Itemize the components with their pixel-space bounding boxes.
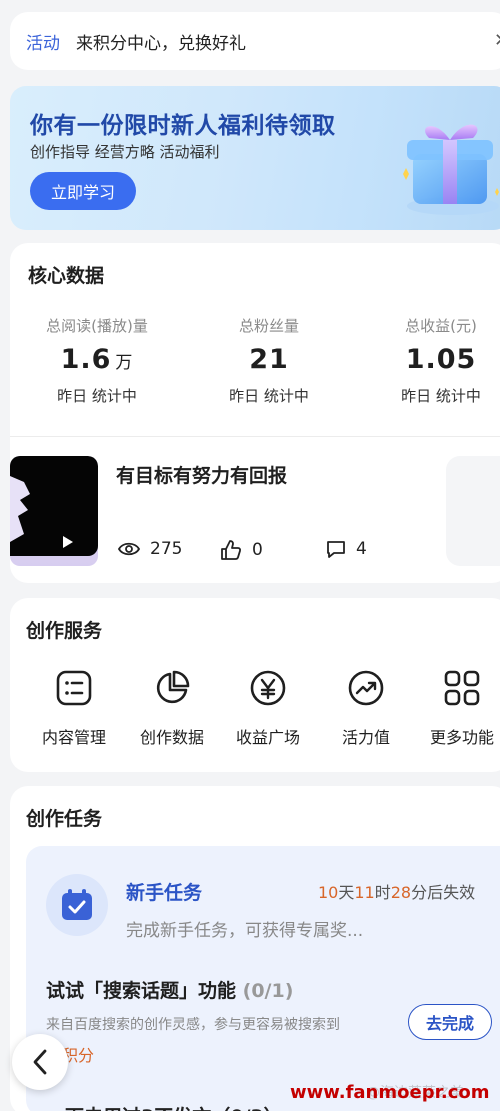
silhouette-image: [10, 476, 30, 542]
service-label: 创作数据: [139, 728, 204, 747]
divider: [10, 436, 500, 437]
creation-tasks-card: 创作任务 新手任务 10天11时28分后失效 完成新手任务，可获得专属奖... …: [10, 786, 500, 1111]
stat-total-earnings[interactable]: 总收益(元) 1.05 昨日 统计中: [356, 315, 500, 406]
calendar-check-icon: [46, 874, 108, 936]
service-label: 内容管理: [41, 728, 106, 747]
subtask-description: 来自百度搜索的创作灵感，参与更容易被搜索到: [46, 1017, 340, 1033]
stat-label: 总阅读(播放)量: [46, 317, 148, 335]
likes-metric: 0: [220, 539, 263, 561]
task-group-name: 新手任务: [126, 882, 203, 904]
task-group-description: 完成新手任务，可获得专属奖...: [126, 921, 364, 941]
back-button[interactable]: [12, 1034, 68, 1090]
services-title: 创作服务: [26, 620, 103, 642]
notice-tag: 活动: [26, 33, 60, 54]
stat-total-reads[interactable]: 总阅读(播放)量 1.6 万 昨日 统计中: [12, 315, 182, 406]
comments-metric: 4: [326, 539, 367, 559]
core-data-card: 核心数据 总阅读(播放)量 1.6 万 昨日 统计中 总粉丝量 21 昨日 统计中…: [10, 243, 500, 583]
go-complete-button[interactable]: 去完成: [408, 1004, 492, 1040]
subtask-title: 试试「搜索话题」功能 (0/1): [46, 980, 294, 1002]
pie-chart-icon: [156, 670, 190, 704]
creation-services-card: 创作服务 内容管理 创作数据 收益广场 活力值 更多功能: [10, 598, 500, 772]
stat-note: 昨日 统计中: [401, 387, 481, 405]
gift-box-icon: [403, 124, 499, 215]
service-more-features[interactable]: 更多功能: [412, 670, 500, 748]
comment-icon: [327, 541, 345, 558]
chevron-left-icon: [33, 1049, 47, 1075]
promo-banner[interactable]: 你有一份限时新人福利待领取 创作指导 经营方略 活动福利 立即学习: [10, 86, 500, 230]
tasks-title: 创作任务: [26, 808, 103, 830]
site-watermark: www.fanmoepr.com: [290, 1082, 490, 1103]
close-icon[interactable]: ✕: [494, 30, 500, 51]
stat-label: 总收益(元): [405, 317, 477, 335]
yuan-icon: [250, 670, 286, 706]
notice-bar[interactable]: 活动 来积分中心，兑换好礼 ✕: [10, 12, 500, 70]
notice-text: 来积分中心，兑换好礼: [76, 33, 246, 54]
stat-note: 昨日 统计中: [57, 387, 137, 405]
banner-subtitle: 创作指导 经营方略 活动福利: [30, 143, 220, 161]
service-creation-data[interactable]: 创作数据: [122, 670, 222, 748]
service-label: 收益广场: [235, 728, 300, 747]
stat-label: 总粉丝量: [238, 317, 299, 335]
list-icon: [56, 670, 92, 706]
service-earnings-plaza[interactable]: 收益广场: [218, 670, 318, 748]
play-icon: [63, 536, 73, 548]
eye-icon: [118, 542, 140, 556]
thumbs-up-icon: [221, 540, 242, 560]
task-deadline: 10天11时28分后失效: [318, 883, 476, 902]
core-data-title: 核心数据: [28, 265, 105, 287]
learn-now-button[interactable]: 立即学习: [30, 172, 136, 210]
likes-count: 0: [252, 540, 263, 560]
stat-value: 1.6 万: [60, 344, 134, 375]
post-thumbnail[interactable]: [10, 456, 98, 566]
trend-icon: [348, 670, 384, 706]
post-title[interactable]: 有目标有努力有回报: [116, 461, 287, 488]
task-group: 新手任务 10天11时28分后失效 完成新手任务，可获得专属奖... 试试「搜索…: [26, 846, 500, 1111]
comments-count: 4: [356, 539, 367, 559]
next-subtask-partial: …下去用过3不发文（0/3）: [46, 1102, 283, 1111]
stat-total-fans[interactable]: 总粉丝量 21 昨日 统计中: [184, 315, 354, 406]
stat-note: 昨日 统计中: [229, 387, 309, 405]
views-metric: 275: [118, 539, 182, 559]
service-content-management[interactable]: 内容管理: [24, 670, 124, 748]
views-count: 275: [150, 539, 183, 559]
stat-value: 1.05: [405, 344, 477, 375]
next-post-preview[interactable]: [446, 456, 500, 566]
stat-value: 21: [249, 344, 289, 375]
service-label: 活力值: [341, 728, 390, 747]
service-label: 更多功能: [429, 728, 494, 747]
service-vitality-value[interactable]: 活力值: [316, 670, 416, 748]
grid-icon: [444, 670, 480, 706]
banner-headline: 你有一份限时新人福利待领取: [30, 113, 336, 139]
